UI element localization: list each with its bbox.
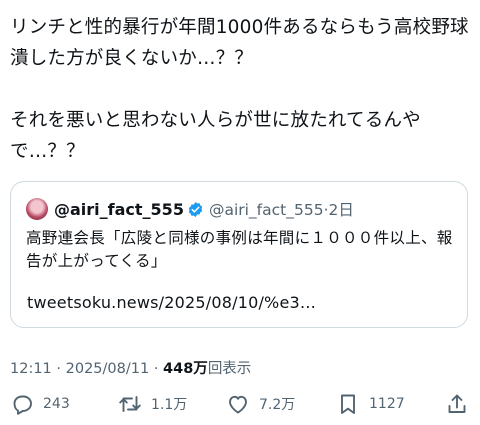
views-label: 回表示 bbox=[207, 361, 252, 377]
quoted-tweet-text: 高野連会長「広陵と同様の事例は年間に１０００件以上、報告が上がってくる」 bbox=[26, 229, 453, 270]
bookmark-button[interactable]: 1127 bbox=[336, 392, 405, 416]
meta-separator: · bbox=[153, 361, 159, 377]
tweet-date[interactable]: 2025/08/11 bbox=[66, 361, 150, 377]
quoted-display-name[interactable]: @airi_fact_555 bbox=[54, 200, 184, 219]
tweet-paragraph-1: リンチと性的暴行が年間1000件あるならもう高校野球潰した方が良くないか…？？ bbox=[10, 17, 469, 69]
tweet-paragraph-2: それを悪いと思わない人らが世に放たれてるんやで…？？ bbox=[10, 110, 421, 162]
retweet-button[interactable]: 1.1万 bbox=[118, 392, 187, 416]
verified-badge-icon bbox=[188, 201, 203, 217]
like-icon bbox=[229, 395, 247, 414]
bookmark-icon bbox=[341, 394, 355, 414]
tweet-time[interactable]: 12:11 bbox=[10, 361, 52, 377]
share-icon bbox=[448, 394, 466, 413]
share-button[interactable] bbox=[445, 392, 469, 416]
meta-separator: · bbox=[56, 361, 62, 377]
avatar[interactable] bbox=[26, 198, 48, 220]
retweet-icon bbox=[119, 396, 141, 412]
reply-count: 243 bbox=[43, 396, 70, 412]
quoted-tweet[interactable]: @airi_fact_555 @airi_fact_555·2日 高野連会長「広… bbox=[10, 181, 468, 328]
tweet-text: リンチと性的暴行が年間1000件あるならもう高校野球潰した方が良くないか…？？ … bbox=[10, 12, 472, 167]
quoted-tweet-body: 高野連会長「広陵と同様の事例は年間に１０００件以上、報告が上がってくる」 bbox=[26, 227, 456, 272]
reply-button[interactable]: 243 bbox=[10, 392, 70, 416]
quoted-tweet-header: @airi_fact_555 @airi_fact_555·2日 bbox=[26, 198, 354, 220]
retweet-count: 1.1万 bbox=[151, 397, 188, 413]
tweet-meta: 12:11 · 2025/08/11 · 448万回表示 bbox=[10, 357, 251, 378]
quoted-handle[interactable]: @airi_fact_555·2日 bbox=[209, 198, 354, 220]
bookmark-count: 1127 bbox=[369, 396, 405, 412]
quoted-link[interactable]: tweetsoku.news/2025/08/10/%e3… bbox=[27, 293, 316, 312]
reply-icon bbox=[13, 395, 32, 415]
like-button[interactable]: 7.2万 bbox=[226, 392, 295, 416]
like-count: 7.2万 bbox=[259, 397, 296, 413]
views-count[interactable]: 448万 bbox=[163, 361, 208, 377]
action-bar: 243 1.1万 7.2万 1127 bbox=[0, 390, 480, 420]
